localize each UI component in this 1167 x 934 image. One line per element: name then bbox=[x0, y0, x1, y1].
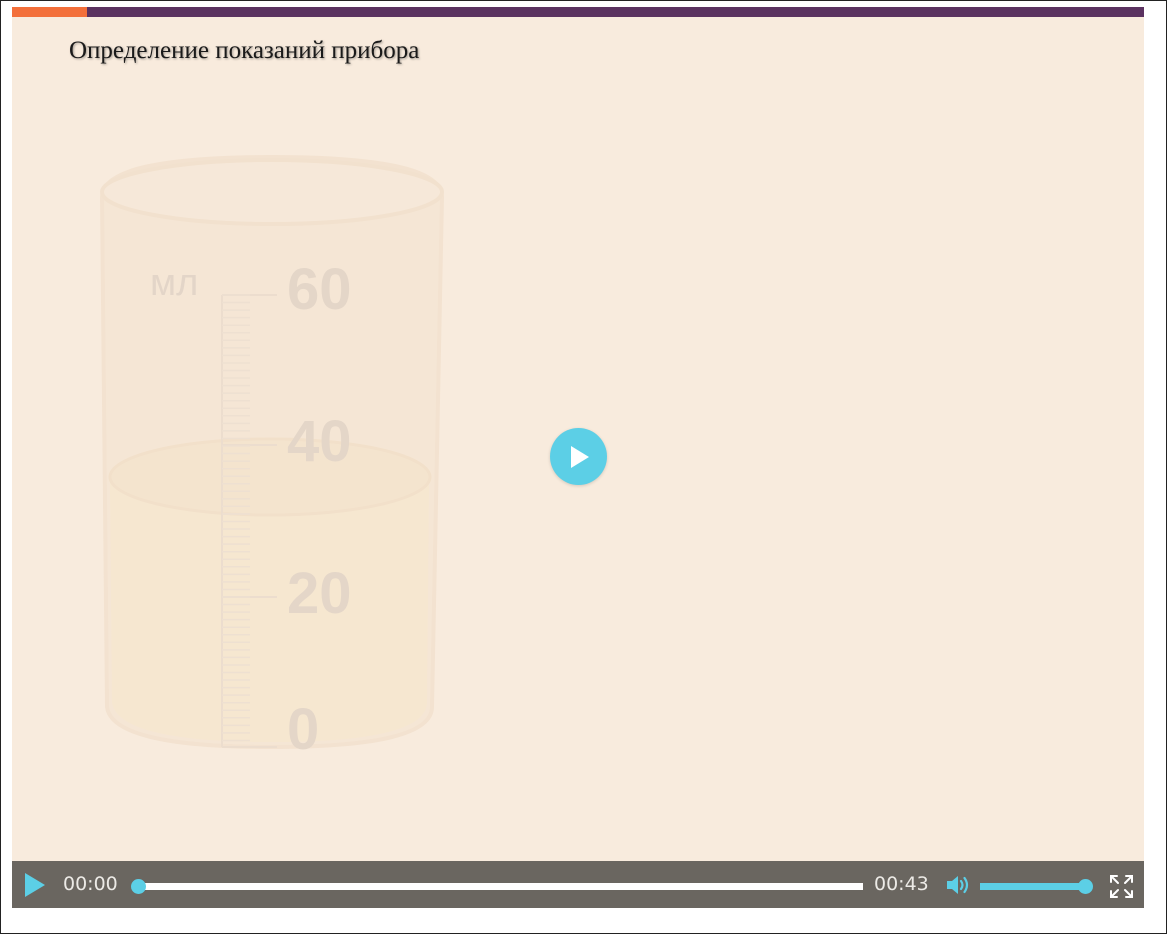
page-frame: Определение показаний прибора мл 60 40 2… bbox=[0, 0, 1167, 934]
lesson-progress-fill bbox=[12, 7, 87, 17]
seek-bar[interactable] bbox=[138, 883, 863, 890]
volume-slider-fill bbox=[980, 883, 1086, 890]
unit-label: мл bbox=[150, 262, 198, 304]
control-bar: 00:00 00:43 bbox=[12, 861, 1144, 908]
scale-label: 20 bbox=[287, 561, 352, 626]
current-time: 00:00 bbox=[63, 873, 118, 895]
video-title: Определение показаний прибора bbox=[69, 37, 420, 64]
volume-slider[interactable] bbox=[980, 883, 1086, 890]
fullscreen-button[interactable] bbox=[1109, 874, 1134, 899]
volume-icon bbox=[947, 876, 969, 894]
beaker-illustration: мл 60 40 20 0 bbox=[99, 154, 445, 762]
scale-label: 0 bbox=[287, 697, 319, 762]
mute-button[interactable] bbox=[946, 874, 974, 896]
big-play-button[interactable] bbox=[550, 428, 607, 485]
duration-time: 00:43 bbox=[874, 873, 929, 895]
volume-handle[interactable] bbox=[1078, 879, 1093, 894]
play-button[interactable] bbox=[24, 872, 46, 898]
fullscreen-icon bbox=[1110, 875, 1133, 898]
lesson-progress-bar bbox=[12, 7, 1144, 17]
video-player[interactable]: Определение показаний прибора мл 60 40 2… bbox=[12, 7, 1144, 908]
scale-label: 40 bbox=[287, 409, 352, 474]
play-icon bbox=[571, 446, 589, 468]
seek-handle[interactable] bbox=[131, 879, 146, 894]
play-icon bbox=[25, 873, 45, 897]
scale-label: 60 bbox=[287, 257, 352, 322]
